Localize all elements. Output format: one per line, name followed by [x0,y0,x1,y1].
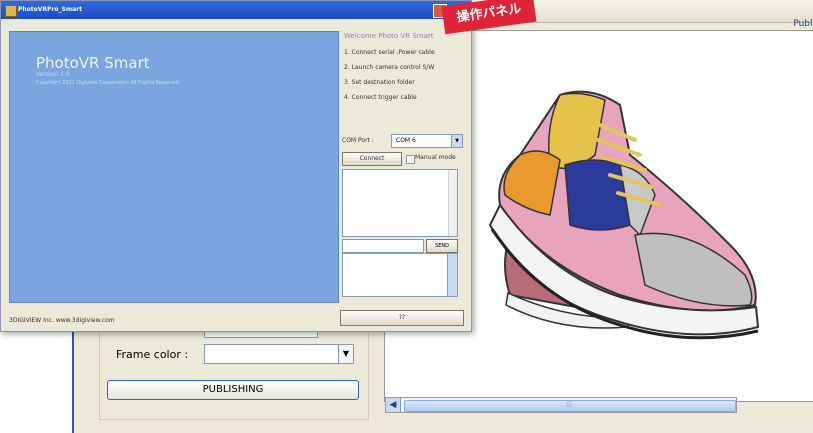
welcome-heading: Welcome Photo VR Smart [344,32,434,40]
log-textarea[interactable] [342,169,458,237]
connect-button[interactable]: Connect [342,152,402,166]
receive-textarea[interactable] [342,253,458,297]
manual-mode-checkbox[interactable] [406,155,415,164]
frame-color-select[interactable]: ▼ [204,344,354,364]
manual-mode-label: Manual mode [415,154,456,161]
app-title: PhotoVR Smart [36,54,150,72]
send-input[interactable] [342,239,424,253]
step-item: 4. Connect trigger cable [344,94,417,101]
receive-scrollbar[interactable] [447,254,457,296]
frame-color-label: Frame color : [116,348,189,361]
step-item: 1. Connect serial ,Power cable [344,49,435,56]
splash-pane: PhotoVR Smart Version 1.0 Copyright 2011… [9,31,339,303]
copyright-text: Copyright 2011 Digiview Corporation All … [36,80,179,86]
version-text: Version 1.0 [36,71,70,78]
help-button[interactable]: ?? [340,310,464,326]
app-icon [5,5,17,17]
chevron-down-icon[interactable]: ▼ [451,135,462,147]
log-scrollbar[interactable] [448,170,457,236]
com-port-label: COM Port : [342,137,374,144]
step-item: 2. Launch camera control S/W [344,64,435,71]
publish-tab-label[interactable]: Publi [793,19,813,29]
preview-horizontal-scrollbar[interactable]: ◀ ||| [385,397,737,413]
chevron-down-icon[interactable]: ▼ [338,345,353,363]
com-port-select[interactable]: COM 6 ▼ [391,134,463,148]
footer-text: 3DIGIVIEW Inc. www.3digiview.com [9,317,115,324]
com-port-value: COM 6 [396,137,416,144]
sneaker-image [488,90,760,340]
step-item: 3. Set destnation folder [344,79,415,86]
scroll-left-icon[interactable]: ◀ [386,398,401,412]
send-button[interactable]: SEND [426,239,458,253]
dialog-titlebar[interactable]: PhotoVRPro_Smart [1,1,471,19]
scrollbar-grip-icon: ||| [566,401,573,408]
photovr-smart-dialog: PhotoVRPro_Smart PhotoVR Smart Version 1… [0,0,472,332]
publishing-button[interactable]: PUBLISHING [107,380,359,400]
window-title: PhotoVRPro_Smart [18,6,82,13]
